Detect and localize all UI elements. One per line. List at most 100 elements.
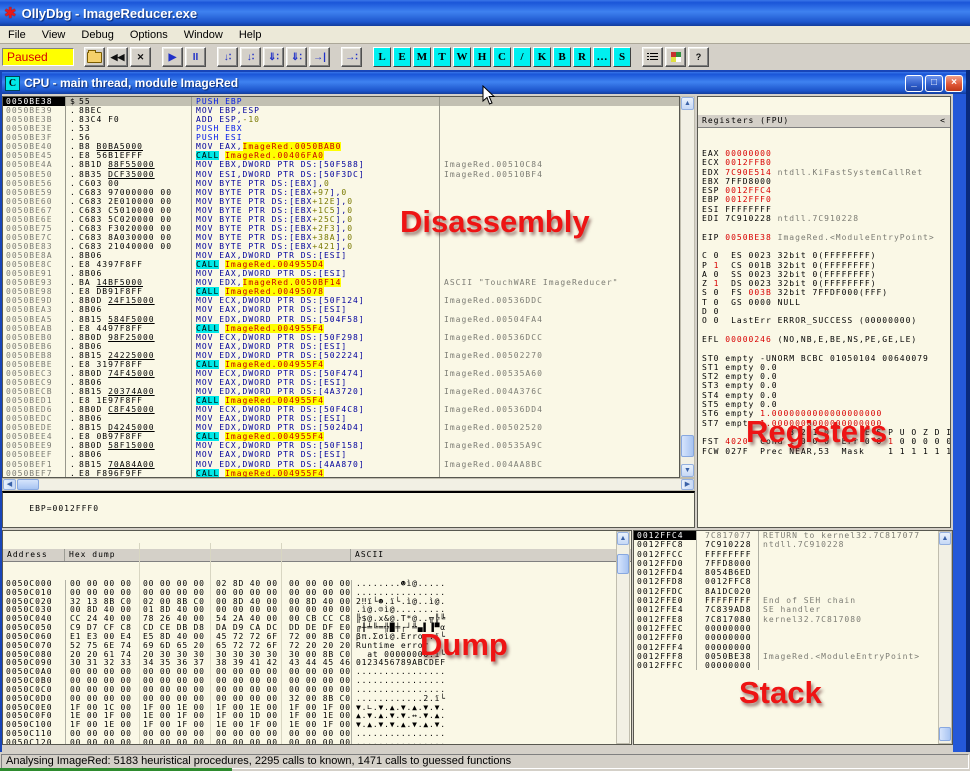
register-line[interactable]: EBP 0012FFF0 [702,195,950,204]
disassembly-pane[interactable]: 0050BE38$55PUSH EBP0050BE39.8BECMOV EBP,… [2,96,680,478]
viewers-icon[interactable] [642,47,663,67]
patches-window-button[interactable]: / [513,47,531,67]
disasm-row[interactable]: 0050BE83.C683 21040000 00MOV BYTE PTR DS… [3,242,679,251]
registers-pane[interactable]: Registers (FPU) < EAX 00000000ECX 0012FF… [697,96,951,528]
disasm-row[interactable]: 0050BE45.E8 56B1EFFFCALL ImageRed.00406F… [3,151,679,160]
stack-row[interactable]: 0012FFFC00000000 [634,661,952,670]
stack-row[interactable]: 0012FFD07FFD8000 [634,559,952,568]
open-file-icon[interactable] [84,47,105,67]
stack-row[interactable]: 0012FFE47C839AD8SE handler [634,605,952,614]
restart-icon[interactable]: ◀◀ [107,47,128,67]
disasm-row[interactable]: 0050BEAB.E8 4497F8FFCALL ImageRed.004955… [3,324,679,333]
register-line[interactable] [702,242,950,251]
stack-row[interactable]: 0012FFE87C817080kernel32.7C817080 [634,615,952,624]
animate-into-icon[interactable]: ⇓∶ [263,47,284,67]
disasm-row[interactable]: 0050BE50.8B35 DCF35000MOV ESI,DWORD PTR … [3,170,679,179]
handles-window-button[interactable]: H [473,47,491,67]
disasm-row[interactable]: 0050BE91.8B06MOV EAX,DWORD PTR DS:[ESI] [3,269,679,278]
close-button[interactable]: × [945,75,963,92]
register-line[interactable]: EFL 00000246 (NO,NB,E,BE,NS,PE,GE,LE) [702,335,950,344]
register-line[interactable]: C 0 ES 0023 32bit 0(FFFFFFFF) [702,251,950,260]
disassembly-hscrollbar[interactable]: ◀ ▶ [2,478,695,491]
disasm-row[interactable]: 0050BEA5.8B15 584F5000MOV EDX,DWORD PTR … [3,315,679,324]
menu-window[interactable]: Window [176,28,231,42]
register-line[interactable]: D 0 [702,307,950,316]
minimize-button[interactable]: _ [905,75,923,92]
windows-window-button[interactable]: W [453,47,471,67]
scroll-thumb[interactable] [617,554,629,574]
register-line[interactable]: O 0 LastErr ERROR_SUCCESS (00000000) [702,316,950,325]
stack-pane[interactable]: 0012FFC47C817077RETURN to kernel32.7C817… [633,530,953,745]
dump-row[interactable]: 0050C12000 00 00 00 00 00 00 00 00 00 00… [3,739,631,745]
register-line[interactable] [702,223,950,232]
execute-till-return-icon[interactable]: →| [309,47,330,67]
scroll-thumb[interactable] [939,727,951,741]
collapse-icon[interactable]: < [940,116,946,127]
scroll-thumb[interactable] [17,479,39,490]
appearance-icon[interactable] [665,47,686,67]
stack-row[interactable]: 0012FFC87C910228ntdll.7C910228 [634,540,952,549]
disasm-row[interactable]: 0050BEC3.8B0D 74F45000MOV ECX,DWORD PTR … [3,369,679,378]
register-line[interactable]: ESI FFFFFFFF [702,205,950,214]
stack-row[interactable]: 0012FFD48054B6ED [634,568,952,577]
register-line[interactable]: S 0 FS 003B 32bit 7FFDF000(FFF) [702,288,950,297]
stack-row[interactable]: 0012FFF000000000 [634,633,952,642]
disasm-row[interactable]: 0050BEB0.8B0D 98F25000MOV ECX,DWORD PTR … [3,333,679,342]
references-window-button[interactable]: R [573,47,591,67]
run-icon[interactable]: ▶ [162,47,183,67]
animate-over-icon[interactable]: ⇓∶ [286,47,307,67]
register-line[interactable]: ESP 0012FFC4 [702,186,950,195]
stack-vscrollbar[interactable]: ▲ [938,531,952,744]
stack-row[interactable]: 0012FFE0FFFFFFFFEnd of SEH chain [634,596,952,605]
stack-row[interactable]: 0012FFF80050BE38ImageRed.<ModuleEntryPoi… [634,652,952,661]
log-window-button[interactable]: L [373,47,391,67]
stack-row[interactable]: 0012FFDC8A1DC020 [634,587,952,596]
disassembly-vscrollbar[interactable]: ▲ ▼ [680,96,695,478]
register-line[interactable]: ST2 empty 0.0 [702,372,950,381]
scroll-up-icon[interactable]: ▲ [939,532,951,545]
stack-row[interactable]: 0012FFCCFFFFFFFF [634,550,952,559]
disasm-row[interactable]: 0050BEDC.8B06MOV EAX,DWORD PTR DS:[ESI] [3,414,679,423]
disasm-row[interactable]: 0050BEF1.8B15 70A84A00MOV EDX,DWORD PTR … [3,460,679,469]
run-trace-window-button[interactable]: … [593,47,611,67]
disasm-row[interactable]: 0050BECB.8B15 20374A00MOV EDX,DWORD PTR … [3,387,679,396]
restore-button[interactable]: □ [925,75,943,92]
disasm-row[interactable]: 0050BE3E.53PUSH EBX [3,124,679,133]
main-title-bar[interactable]: ✱ OllyDbg - ImageReducer.exe [0,0,970,26]
register-line[interactable]: ST1 empty 0.0 [702,363,950,372]
stack-row[interactable]: 0012FFC47C817077RETURN to kernel32.7C817… [634,531,952,540]
menu-view[interactable]: View [34,28,74,42]
disasm-row[interactable]: 0050BE4A.8B1D 88F55000MOV EBX,DWORD PTR … [3,160,679,169]
disasm-row[interactable]: 0050BED1.E8 1E97F8FFCALL ImageRed.004955… [3,396,679,405]
cpu-window-button[interactable]: C [493,47,511,67]
disasm-row[interactable]: 0050BE59.C683 97000000 00MOV BYTE PTR DS… [3,188,679,197]
register-line[interactable]: EDX 7C90E514 ntdll.KiFastSystemCallRet [702,168,950,177]
stack-row[interactable]: 0012FFD80012FFC8 [634,577,952,586]
disasm-row[interactable]: 0050BE3B.83C4 F0ADD ESP,-10 [3,115,679,124]
executables-window-button[interactable]: E [393,47,411,67]
close-program-icon[interactable]: ✕ [130,47,151,67]
register-line[interactable]: ST4 empty 0.0 [702,391,950,400]
menu-options[interactable]: Options [122,28,176,42]
source-window-button[interactable]: S [613,47,631,67]
register-line[interactable]: A 0 SS 0023 32bit 0(FFFFFFFF) [702,270,950,279]
registers-header[interactable]: Registers (FPU) < [698,115,950,128]
disasm-row[interactable]: 0050BEB8.8B15 24225000MOV EDX,DWORD PTR … [3,351,679,360]
register-line[interactable]: EBX 7FFD8000 [702,177,950,186]
dump-vscrollbar[interactable]: ▲ [616,531,630,744]
disasm-row[interactable]: 0050BE98.E8 DB91F8FFCALL ImageRed.004950… [3,287,679,296]
disasm-row[interactable]: 0050BEE9.8B0D 58F15000MOV ECX,DWORD PTR … [3,441,679,450]
disasm-row[interactable]: 0050BE8A.8B06MOV EAX,DWORD PTR DS:[ESI] [3,251,679,260]
disasm-row[interactable]: 0050BEBE.E8 3197F8FFCALL ImageRed.004955… [3,360,679,369]
menu-file[interactable]: File [0,28,34,42]
disasm-row[interactable]: 0050BEEF.8B06MOV EAX,DWORD PTR DS:[ESI] [3,450,679,459]
breakpoints-window-button[interactable]: B [553,47,571,67]
disasm-row[interactable]: 0050BEA3.8B06MOV EAX,DWORD PTR DS:[ESI] [3,305,679,314]
register-line[interactable]: P 1 CS 001B 32bit 0(FFFFFFFF) [702,261,950,270]
scroll-up-icon[interactable]: ▲ [617,532,629,545]
disasm-row[interactable]: 0050BEDE.8B15 D4245000MOV EDX,DWORD PTR … [3,423,679,432]
disasm-row[interactable]: 0050BE8C.E8 4397F8FFCALL ImageRed.004955… [3,260,679,269]
step-into-icon[interactable]: ↓∶ [217,47,238,67]
register-line[interactable] [702,344,950,353]
disasm-row[interactable]: 0050BE39.8BECMOV EBP,ESP [3,106,679,115]
